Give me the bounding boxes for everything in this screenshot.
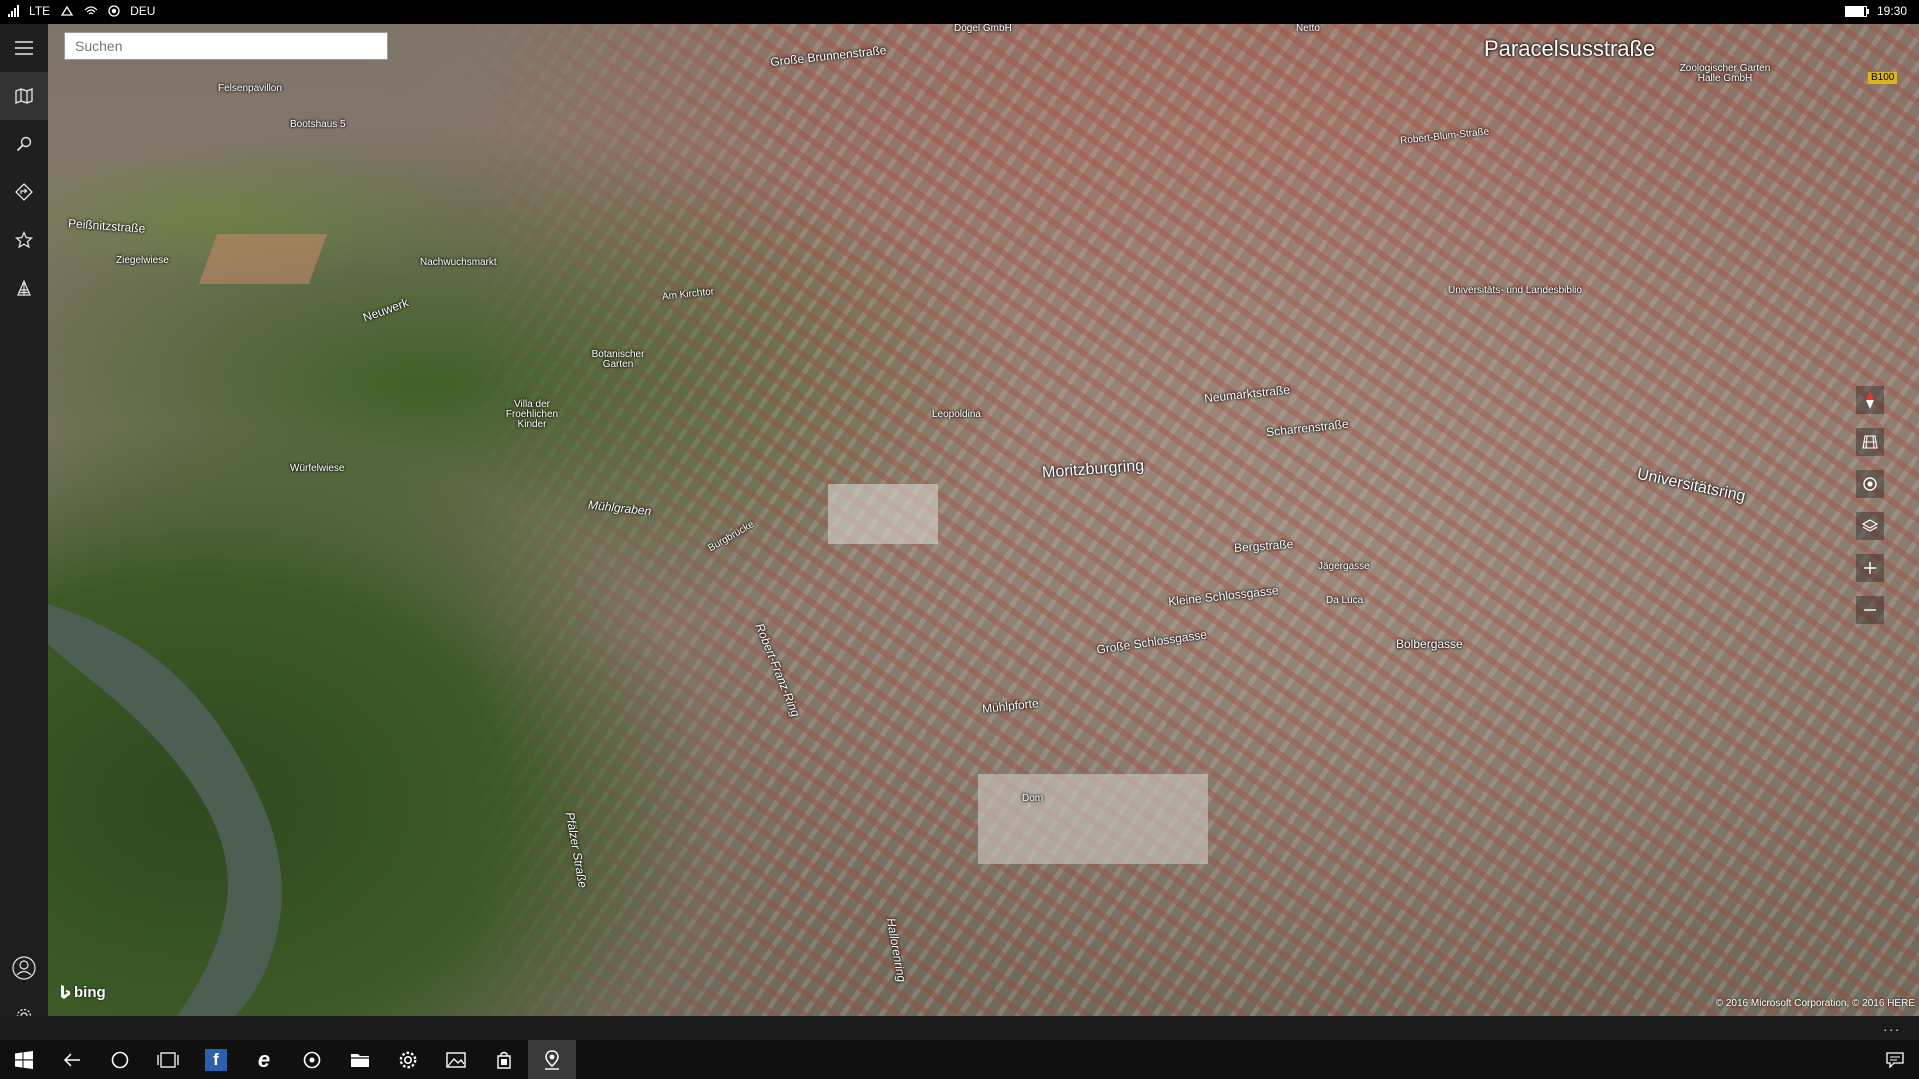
action-center-button[interactable] (1871, 1040, 1919, 1079)
facebook-app-button[interactable]: f (192, 1040, 240, 1079)
map-label: Universitäts- und Landesbiblio (1448, 285, 1582, 296)
hamburger-menu-button[interactable] (0, 24, 48, 72)
hamburger-icon (15, 41, 33, 55)
bing-b-icon (61, 985, 70, 999)
app-bar: ... (0, 1016, 1919, 1040)
store-icon (497, 1051, 511, 1069)
map-canvas[interactable]: Paracelsusstraße Universitätsring Moritz… (48, 24, 1919, 1016)
favorites-button[interactable] (0, 216, 48, 264)
start-button[interactable] (0, 1040, 48, 1079)
wifi-icon (84, 6, 98, 15)
cortana-icon (111, 1051, 129, 1068)
more-options-button[interactable]: ... (1883, 1018, 1901, 1034)
maps-icon (545, 1049, 559, 1070)
file-explorer-icon (351, 1053, 369, 1067)
taskbar: f e (0, 1040, 1919, 1079)
left-nav-rail (0, 24, 48, 1024)
data-sync-icon (60, 5, 74, 16)
map-controls (1856, 386, 1884, 624)
layers-icon (1862, 519, 1878, 532)
map-label: Ziegelwiese (116, 255, 169, 266)
user-icon (12, 956, 36, 980)
directions-button[interactable] (0, 168, 48, 216)
map-label: Da Luca (1326, 595, 1364, 606)
map-layers-button[interactable] (1856, 512, 1884, 540)
3d-cities-button[interactable] (0, 264, 48, 312)
map-label: Zoologischer Garten Halle GmbH (1679, 63, 1771, 84)
cortana-button[interactable] (96, 1040, 144, 1079)
edge-icon: e (257, 1046, 271, 1072)
search-input[interactable] (64, 32, 388, 60)
network-type: LTE (29, 4, 51, 18)
map-label: Felsenpavillon (218, 83, 282, 94)
search-icon (16, 136, 32, 152)
3d-cities-icon (17, 279, 31, 296)
location-target-icon (1863, 477, 1877, 491)
action-center-icon (1886, 1051, 1904, 1068)
map-label: Nachwuchsmarkt (420, 257, 497, 268)
river-saale (48, 604, 282, 1016)
map-label: Würfelwiese (290, 463, 345, 474)
road-shield-b100: B100 (1868, 72, 1898, 84)
account-button[interactable] (0, 944, 48, 992)
input-language: DEU (130, 4, 156, 18)
status-bar: LTE DEU 19:30 (0, 0, 1919, 24)
compass-button[interactable] (1856, 386, 1884, 414)
tilt-button[interactable] (1856, 428, 1884, 456)
map-label: Dögel GmbH (954, 24, 1012, 34)
settings-icon (399, 1051, 417, 1068)
zoom-in-button[interactable] (1856, 554, 1884, 582)
map-label: Paracelsusstraße (1484, 36, 1656, 61)
map-label: Bootshaus 5 (290, 119, 346, 130)
facebook-icon: f (205, 1048, 227, 1071)
clock: 19:30 (1876, 4, 1907, 18)
groove-icon (303, 1051, 321, 1068)
file-explorer-button[interactable] (336, 1040, 384, 1079)
directions-icon (15, 183, 33, 201)
plus-icon (1864, 562, 1876, 574)
groove-app-button[interactable] (288, 1040, 336, 1079)
map-label: Jägergasse (1318, 561, 1370, 572)
map-label: Bolbergasse (1396, 637, 1463, 651)
bing-text: bing (74, 984, 106, 1001)
edge-app-button[interactable]: e (240, 1040, 288, 1079)
back-arrow-icon (63, 1052, 80, 1067)
star-icon (15, 231, 33, 249)
signal-strength-icon (8, 5, 19, 17)
zoom-out-button[interactable] (1856, 596, 1884, 624)
status-left: LTE DEU (8, 4, 155, 18)
map-copyright: © 2016 Microsoft Corporation, © 2016 HER… (1715, 998, 1915, 1009)
windows-start-icon (15, 1050, 33, 1069)
task-view-button[interactable] (144, 1040, 192, 1079)
bing-logo: bing (60, 984, 106, 1001)
map-icon (15, 88, 33, 104)
search-button[interactable] (0, 120, 48, 168)
map-view-button[interactable] (0, 72, 48, 120)
location-indicator-icon (108, 5, 120, 17)
photos-icon (446, 1051, 466, 1068)
map-label: Netto (1296, 24, 1320, 34)
map-label: Leopoldina (932, 409, 981, 420)
minus-icon (1864, 609, 1876, 611)
tilt-icon (1862, 435, 1878, 449)
map-label: Dom (1022, 793, 1044, 804)
task-view-icon (157, 1051, 179, 1068)
store-app-button[interactable] (480, 1040, 528, 1079)
map-label: Villa der Froehlichen Kinder (505, 399, 559, 430)
maps-app-button[interactable] (528, 1040, 576, 1079)
photos-app-button[interactable] (432, 1040, 480, 1079)
compass-icon (1866, 391, 1874, 409)
status-right: 19:30 (1844, 4, 1907, 18)
back-button[interactable] (48, 1040, 96, 1079)
battery-icon (1844, 5, 1869, 17)
settings-app-button[interactable] (384, 1040, 432, 1079)
my-location-button[interactable] (1856, 470, 1884, 498)
map-label: Botanischer Garten (591, 349, 645, 370)
